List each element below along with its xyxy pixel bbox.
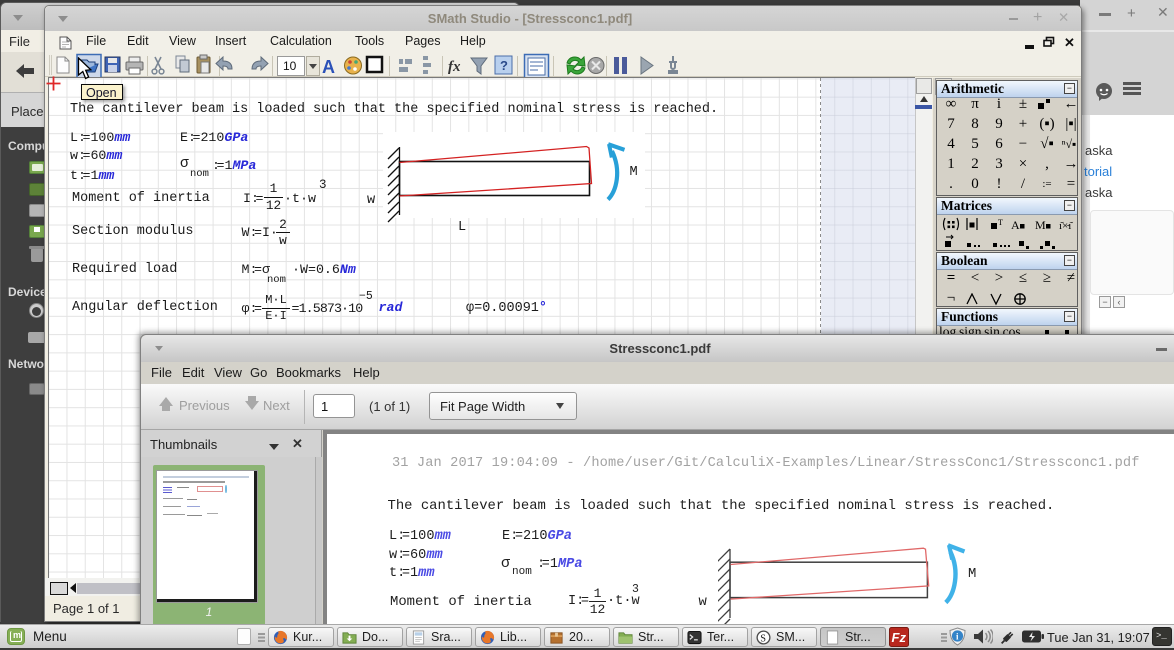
svg-text:Fz: Fz (892, 630, 907, 645)
svg-text:ı͂×̴ı͂: ı͂×̴ı͂ (1059, 220, 1073, 232)
svg-text:T: T (998, 218, 1003, 227)
svg-text:S: S (760, 633, 766, 644)
svg-text:A: A (1011, 218, 1020, 232)
svg-text:M: M (1035, 218, 1046, 232)
